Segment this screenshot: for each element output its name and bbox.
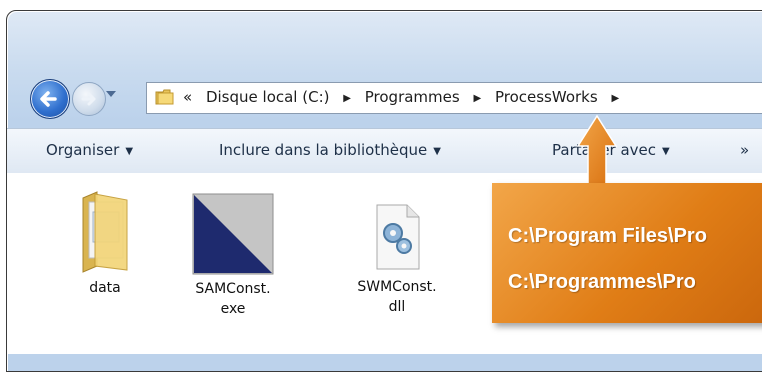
callout-text-line2: C:\Programmes\Pro <box>508 271 696 293</box>
path-callout <box>492 183 762 323</box>
callout-text-line1: C:\Program Files\Pro <box>508 225 707 247</box>
